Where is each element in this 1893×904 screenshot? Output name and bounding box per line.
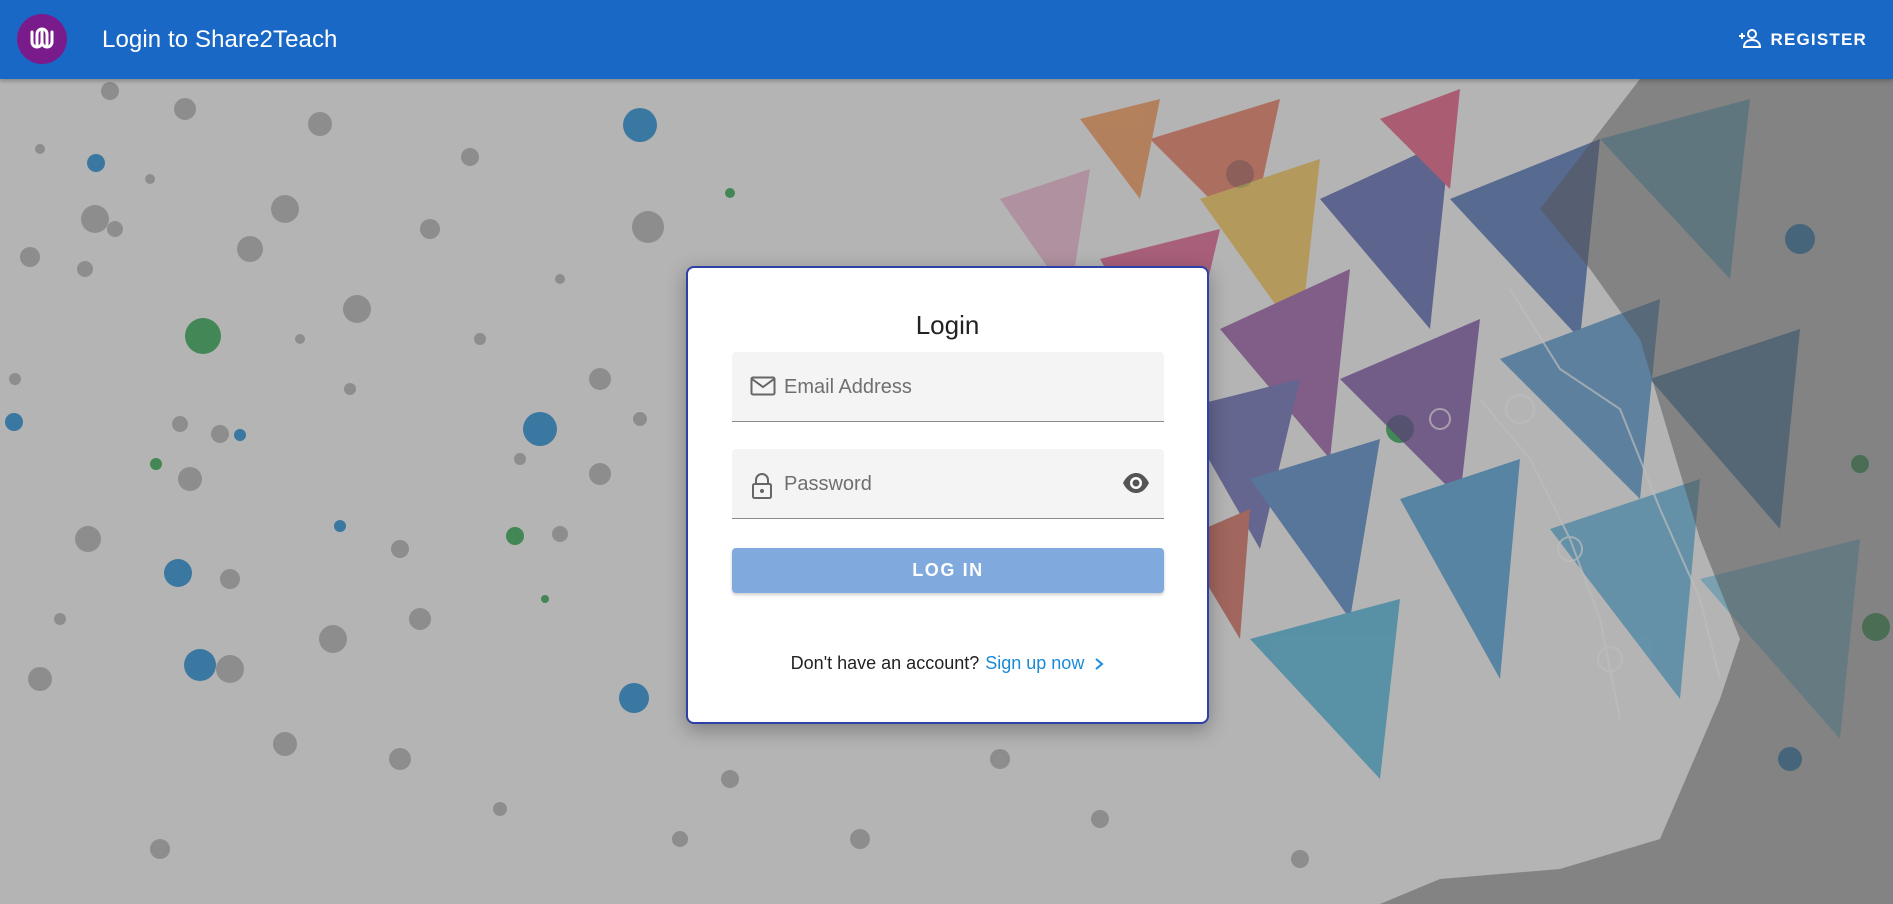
mail-icon [750, 375, 776, 402]
password-field[interactable] [732, 449, 1164, 519]
email-input[interactable] [784, 352, 1114, 422]
signup-prompt: Don't have an account? [790, 653, 980, 673]
login-title: Login [915, 310, 980, 340]
signup-row: Don't have an account? Sign up now [688, 653, 1207, 674]
signup-link-label: Sign up now [985, 653, 1085, 673]
login-button[interactable]: LOG IN [732, 548, 1164, 593]
chevron-right-icon [1095, 657, 1104, 670]
register-button[interactable]: REGISTER [1732, 24, 1873, 56]
lock-icon [750, 472, 774, 505]
eye-icon[interactable] [1122, 471, 1150, 500]
person-add-icon [1738, 28, 1762, 53]
page-title: Login to Share2Teach [102, 26, 338, 53]
password-input[interactable] [784, 449, 1114, 519]
email-field[interactable] [732, 352, 1164, 422]
share2teach-logo-icon[interactable] [17, 14, 67, 64]
app-bar: Login to Share2Teach REGISTER [0, 0, 1893, 79]
register-label: REGISTER [1770, 30, 1867, 49]
login-card: Login LOG IN Don't ha [686, 266, 1209, 724]
signup-link[interactable]: Sign up now [985, 653, 1104, 674]
